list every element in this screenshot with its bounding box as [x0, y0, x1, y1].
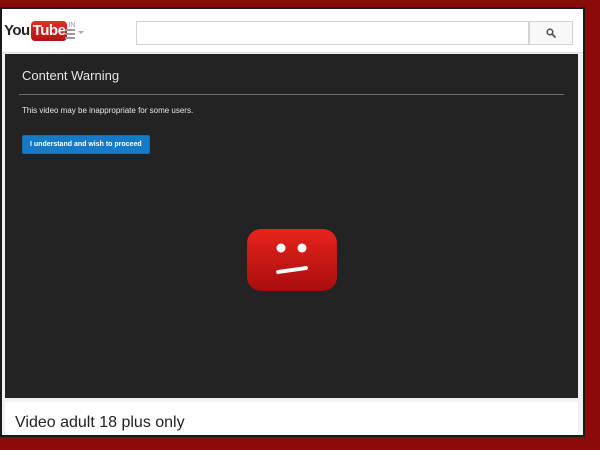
- guide-menu-button[interactable]: [65, 26, 85, 40]
- warning-title: Content Warning: [22, 68, 120, 83]
- search-button[interactable]: [529, 21, 573, 45]
- browser-frame: You Tube IN Content Warning This video m…: [0, 7, 585, 437]
- search-input[interactable]: [136, 21, 529, 45]
- sad-face-play-icon: [247, 229, 337, 291]
- video-title: Video adult 18 plus only: [15, 414, 185, 431]
- video-info-card: Video adult 18 plus only: [5, 402, 578, 435]
- proceed-button[interactable]: I understand and wish to proceed: [22, 135, 150, 154]
- logo-tube-text: Tube: [30, 21, 68, 41]
- logo-you-text: You: [4, 22, 30, 39]
- masthead: You Tube IN: [2, 9, 583, 53]
- divider: [19, 94, 564, 95]
- video-player: Content Warning This video may be inappr…: [5, 54, 578, 398]
- chevron-down-icon: [78, 31, 84, 34]
- warning-message: This video may be inappropriate for some…: [22, 106, 194, 115]
- search-icon: [546, 28, 556, 38]
